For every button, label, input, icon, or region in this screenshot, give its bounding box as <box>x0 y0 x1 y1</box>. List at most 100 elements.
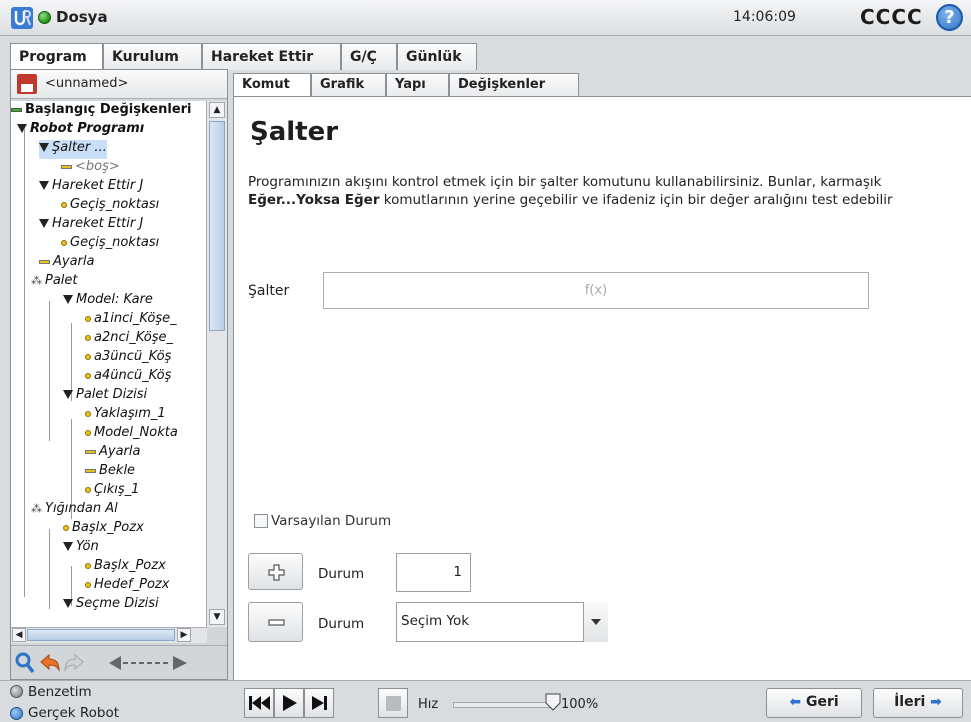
waypoint-icon <box>85 315 91 322</box>
command-panel: Şalter Programınızın akışını kontrol etm… <box>233 96 971 680</box>
scrollbar-thumb[interactable] <box>27 629 175 641</box>
expand-icon <box>63 390 73 399</box>
expand-icon <box>63 295 73 304</box>
top-bar: Dosya 14:06:09 CCCC ? <box>0 0 971 36</box>
play-button[interactable] <box>274 688 304 718</box>
tab-program[interactable]: Program <box>10 43 103 71</box>
waypoint-icon <box>85 334 91 341</box>
step-forward-icon <box>312 696 327 710</box>
tree-item[interactable]: Model: Kare <box>63 292 153 311</box>
tree-item[interactable]: Model_Nokta <box>85 425 178 444</box>
tree-item[interactable]: Geçiş_noktası <box>61 197 159 216</box>
program-tree[interactable]: Başlangıç Değişkenleri Robot Programı Şa… <box>11 101 207 627</box>
stop-button <box>378 688 408 718</box>
tree-item[interactable]: Yaklaşım_1 <box>85 406 166 425</box>
waypoint-icon <box>85 353 91 360</box>
scroll-right-icon[interactable]: ▶ <box>177 628 191 642</box>
tree-item[interactable]: Seçme Dizisi <box>63 596 159 615</box>
scroll-up-icon[interactable]: ▲ <box>209 102 225 118</box>
default-case-checkbox[interactable] <box>254 514 268 528</box>
tree-horizontal-scrollbar[interactable]: ◀ ▶ <box>11 627 207 643</box>
step-arrows-icon[interactable] <box>109 656 187 670</box>
minus-icon <box>268 619 285 626</box>
plus-icon <box>268 564 285 581</box>
back-button[interactable]: ⬅ Geri <box>766 688 862 718</box>
tab-variables[interactable]: Değişkenler <box>449 73 579 97</box>
tab-graphics[interactable]: Grafik <box>311 73 386 97</box>
scrollbar-thumb[interactable] <box>209 121 225 331</box>
tree-item-selected[interactable]: Şalter ... <box>39 140 107 159</box>
waypoint-icon <box>85 372 91 379</box>
skip-back-icon <box>249 696 270 710</box>
ur-logo-icon <box>11 7 33 29</box>
speed-slider[interactable] <box>453 702 553 708</box>
tree-item[interactable]: <boş> <box>61 159 120 178</box>
tab-move[interactable]: Hareket Ettir <box>202 43 341 70</box>
file-menu-title[interactable]: Dosya <box>56 8 108 26</box>
tree-item[interactable]: Bekle <box>85 463 135 482</box>
case-label: Durum <box>318 566 365 582</box>
expand-icon <box>17 124 27 133</box>
speed-slider-thumb[interactable] <box>545 693 561 711</box>
tree-item[interactable]: Geçiş_noktası <box>61 235 159 254</box>
tree-item[interactable]: a1inci_Köşe_ <box>85 311 177 330</box>
scroll-left-icon[interactable]: ◀ <box>12 628 26 642</box>
tree-item[interactable]: Başlx_Pozx <box>63 520 144 539</box>
add-case-button[interactable] <box>248 553 303 590</box>
tab-structure[interactable]: Yapı <box>386 73 449 97</box>
skip-back-button[interactable] <box>244 688 274 718</box>
tree-item[interactable]: a3üncü_Köş <box>85 349 171 368</box>
tree-item[interactable]: Ayarla <box>85 444 140 463</box>
tab-installation[interactable]: Kurulum <box>103 43 202 70</box>
real-robot-option[interactable]: Gerçek Robot <box>28 705 119 721</box>
arrow-right-icon: ➡ <box>930 694 942 710</box>
tab-io[interactable]: G/Ç <box>341 43 397 70</box>
waypoint-icon <box>61 239 67 246</box>
default-case-label: Varsayılan Durum <box>271 513 392 529</box>
bottom-bar: Benzetim Gerçek Robot Hız 100% ⬅ Geri İl… <box>0 680 971 722</box>
tree-item[interactable]: Hedef_Pozx <box>85 577 169 596</box>
waypoint-icon <box>63 524 69 531</box>
tree-item[interactable]: Ayarla <box>39 254 94 273</box>
command-icon <box>85 468 96 473</box>
program-tree-panel: <unnamed> Başlangıç Değişkenleri Robot P… <box>10 69 228 680</box>
expand-icon <box>39 143 49 152</box>
case-number-input[interactable]: 1 <box>396 553 471 592</box>
search-icon[interactable] <box>15 652 35 674</box>
tree-toolbar <box>11 645 227 679</box>
tree-item[interactable]: Hareket Ettir J <box>39 178 143 197</box>
tree-item[interactable]: Robot Programı <box>17 121 144 140</box>
tree-item[interactable]: Çıkış_1 <box>85 482 139 501</box>
undo-icon[interactable] <box>39 653 61 673</box>
tab-command[interactable]: Komut <box>233 73 311 97</box>
help-icon[interactable]: ? <box>936 4 963 31</box>
speed-value: 100% <box>561 697 599 712</box>
robot-name: CCCC <box>860 5 923 29</box>
next-button[interactable]: İleri ➡ <box>873 688 963 718</box>
tree-item[interactable]: Hareket Ettir J <box>39 216 143 235</box>
simulation-led-icon[interactable] <box>10 685 23 698</box>
command-icon <box>39 259 50 264</box>
step-forward-button[interactable] <box>304 688 334 718</box>
remove-case-button[interactable] <box>248 602 303 642</box>
simulation-option[interactable]: Benzetim <box>28 684 92 700</box>
expand-icon <box>63 599 73 608</box>
tree-item[interactable]: Yön <box>63 539 99 558</box>
waypoint-icon <box>85 562 91 569</box>
chevron-down-icon[interactable] <box>583 602 608 642</box>
switch-expression-input[interactable]: f(x) <box>323 272 869 309</box>
scroll-down-icon[interactable]: ▼ <box>209 609 225 625</box>
case-select-dropdown[interactable]: Seçim Yok <box>396 602 608 642</box>
tree-item[interactable]: ⁂ Yığından Al <box>31 501 118 520</box>
tree-vertical-scrollbar[interactable]: ▲ ▼ <box>207 101 227 627</box>
tree-item[interactable]: Başlangıç Değişkenleri <box>11 102 192 121</box>
real-robot-led-icon[interactable] <box>10 707 23 720</box>
tree-item[interactable]: Başlx_Pozx <box>85 558 166 577</box>
tree-item[interactable]: ⁂ Palet <box>31 273 78 292</box>
save-file-icon[interactable] <box>17 74 37 94</box>
tree-item[interactable]: Palet Dizisi <box>63 387 147 406</box>
tree-item[interactable]: a4üncü_Köş <box>85 368 171 387</box>
tab-log[interactable]: Günlük <box>397 43 477 70</box>
tree-item[interactable]: a2nci_Köşe_ <box>85 330 173 349</box>
program-file-row: <unnamed> <box>11 70 227 99</box>
